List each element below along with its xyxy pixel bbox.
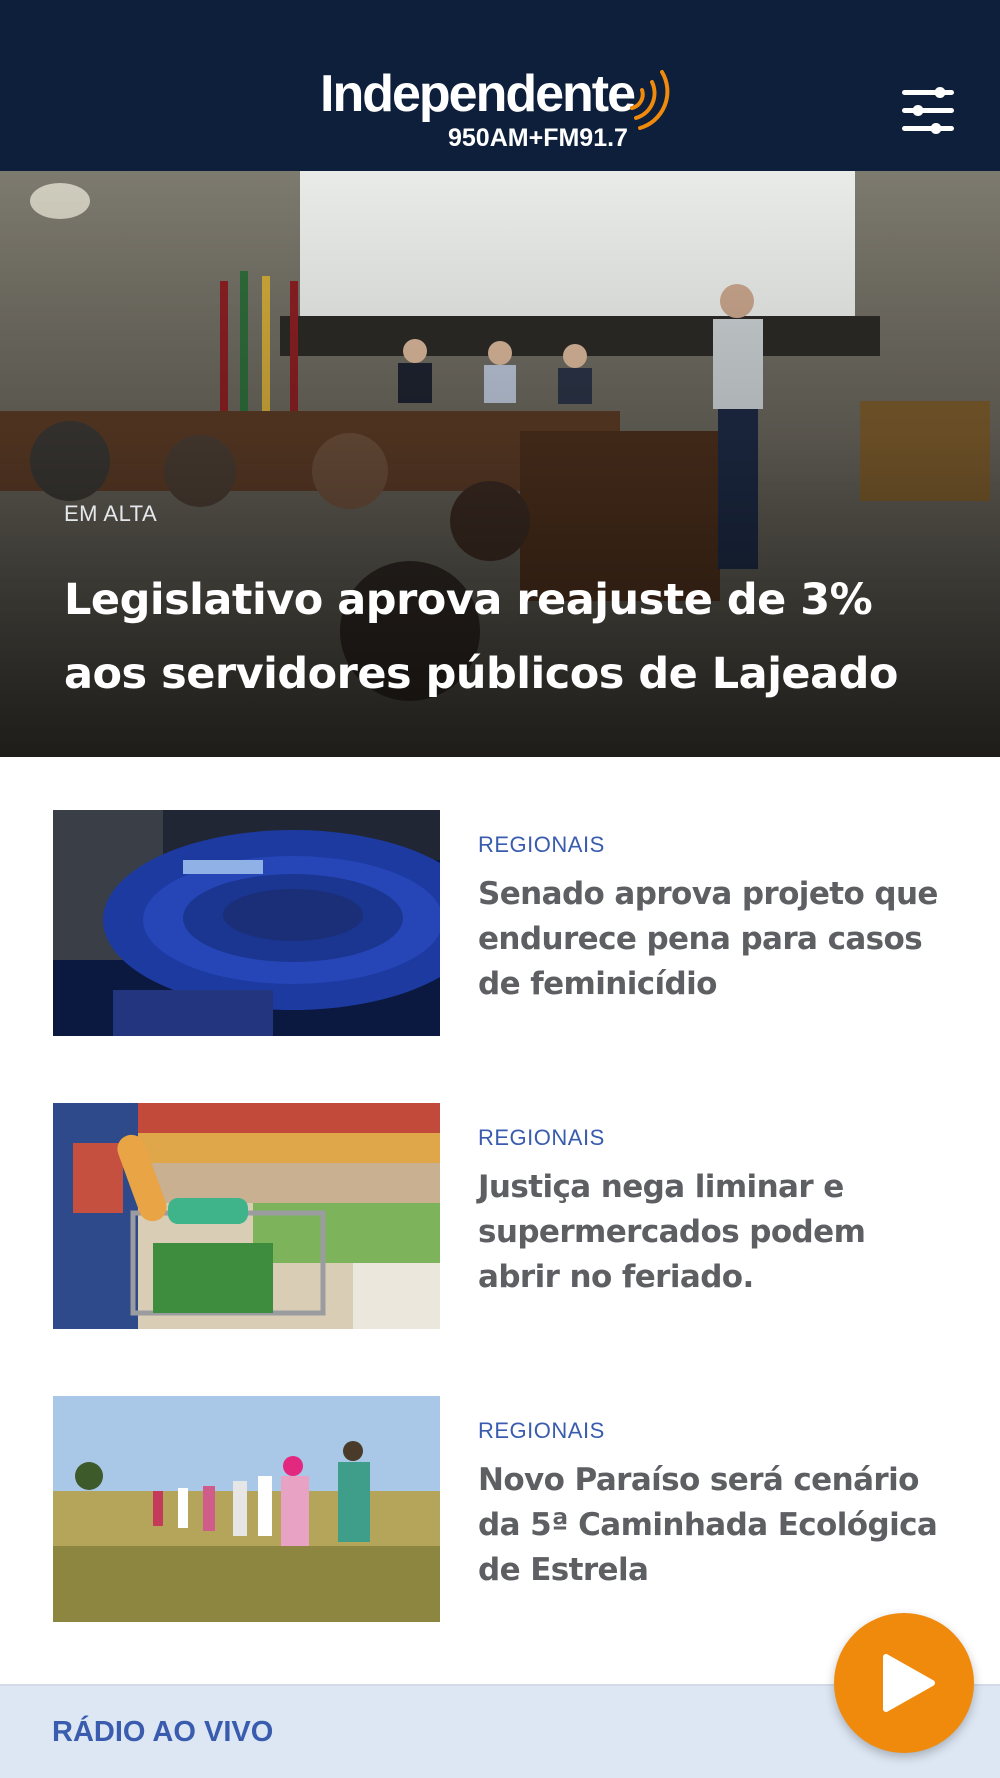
news-text: REGIONAIS Novo Paraíso será cenário da 5… xyxy=(478,1418,953,1593)
news-title[interactable]: Novo Paraíso será cenário da 5ª Caminhad… xyxy=(478,1458,953,1593)
news-category[interactable]: REGIONAIS xyxy=(478,832,953,858)
hero-tag: EM ALTA xyxy=(64,501,158,526)
hero-article[interactable]: EM ALTA Legislativo aprova reajuste de 3… xyxy=(0,171,1000,757)
news-item-senado[interactable]: REGIONAIS Senado aprova projeto que endu… xyxy=(53,810,953,1036)
play-icon xyxy=(883,1654,935,1712)
news-text: REGIONAIS Senado aprova projeto que endu… xyxy=(478,832,953,1007)
ecological-walk-image xyxy=(53,1396,440,1622)
station-logo[interactable]: Independente 950AM+FM91.7 xyxy=(318,58,678,158)
news-text: REGIONAIS Justiça nega liminar e superme… xyxy=(478,1125,953,1300)
app-header: Independente 950AM+FM91.7 xyxy=(0,0,1000,171)
news-item-supermercados[interactable]: REGIONAIS Justiça nega liminar e superme… xyxy=(53,1103,953,1329)
news-thumbnail xyxy=(53,1103,440,1329)
live-radio-label[interactable]: RÁDIO AO VIVO xyxy=(52,1716,273,1749)
news-thumbnail xyxy=(53,810,440,1036)
sliders-menu-icon xyxy=(902,87,954,134)
news-category[interactable]: REGIONAIS xyxy=(478,1125,953,1151)
senate-chamber-image xyxy=(53,810,440,1036)
play-button[interactable] xyxy=(834,1613,974,1753)
news-category[interactable]: REGIONAIS xyxy=(478,1418,953,1444)
news-title[interactable]: Senado aprova projeto que endurece pena … xyxy=(478,872,953,1007)
menu-button[interactable] xyxy=(896,82,960,140)
supermarket-image xyxy=(53,1103,440,1329)
logo-name: Independente xyxy=(320,65,636,123)
news-item-caminhada[interactable]: REGIONAIS Novo Paraíso será cenário da 5… xyxy=(53,1396,953,1622)
radio-waves-icon xyxy=(630,70,670,130)
news-title[interactable]: Justiça nega liminar e supermercados pod… xyxy=(478,1165,953,1300)
logo-frequency: 950AM+FM91.7 xyxy=(448,124,628,152)
news-thumbnail xyxy=(53,1396,440,1622)
hero-title[interactable]: Legislativo aprova reajuste de 3% aos se… xyxy=(64,563,944,711)
